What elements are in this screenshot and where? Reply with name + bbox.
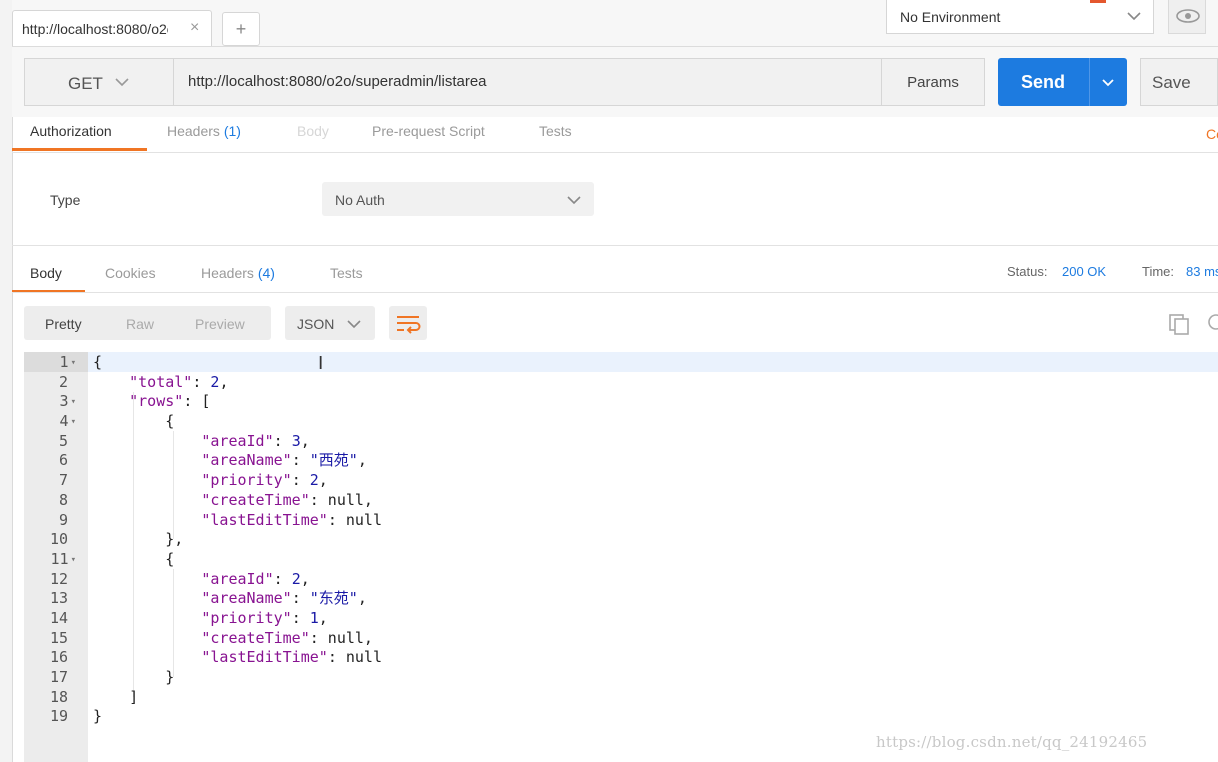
- line-number: 10: [49, 530, 68, 549]
- line-numbers: 1 ▾ 2 3 ▾ 4 ▾ 5 6 7 8 9 10 11 ▾ 12 13 14 15 16 17 18 19: [24, 353, 76, 727]
- line-number: 19: [49, 707, 68, 726]
- code-line: "lastEditTime": null: [201, 510, 382, 529]
- line-number: 14: [49, 608, 68, 627]
- tab-tests[interactable]: Tests: [539, 123, 572, 139]
- line-number: 15: [49, 628, 68, 647]
- code-line: }: [93, 668, 175, 686]
- view-raw-button[interactable]: Raw: [126, 316, 154, 332]
- environment-quick-look-button[interactable]: [1168, 0, 1206, 34]
- tab-pre-request-script[interactable]: Pre-request Script: [372, 123, 485, 139]
- wrap-icon: [397, 316, 421, 334]
- line-number: 11 ▾: [50, 549, 76, 568]
- save-label: Save: [1152, 73, 1191, 92]
- code-line: "total": 2,: [129, 372, 229, 391]
- code-line: "priority": 2,: [201, 471, 328, 490]
- request-tab-title: http://localhost:8080/o2o/superadmin/lis…: [22, 21, 168, 37]
- code-line: "areaName": "东苑",: [201, 589, 367, 608]
- line-number: 6: [58, 451, 68, 470]
- view-preview-button[interactable]: Preview: [195, 316, 245, 332]
- code-line: "lastEditTime": null: [201, 648, 382, 667]
- auth-type-label: Type: [50, 192, 81, 208]
- code-line: {: [93, 412, 175, 431]
- tab-code-link[interactable]: Co: [1206, 126, 1218, 142]
- url-value: http://localhost:8080/o2o/superadmin/lis…: [188, 73, 487, 90]
- line-number: 9: [58, 510, 68, 529]
- send-divider: [1089, 58, 1090, 106]
- response-tabs-divider: [12, 292, 1218, 293]
- request-tabs-divider: [12, 152, 1218, 153]
- chevron-down-icon: [115, 78, 129, 87]
- text-cursor-icon: I: [318, 353, 324, 374]
- auth-type-value: No Auth: [335, 192, 385, 208]
- code-line: {: [93, 353, 103, 371]
- line-number: 8: [58, 490, 68, 509]
- time-label: Time:: [1142, 264, 1175, 279]
- line-number: 1 ▾: [59, 353, 76, 371]
- response-tab-tests[interactable]: Tests: [330, 265, 363, 281]
- params-button[interactable]: Params: [881, 58, 985, 106]
- code-line: "areaName": "西苑",: [201, 451, 367, 470]
- chevron-down-icon: [567, 196, 581, 205]
- code-line: "createTime": null,: [201, 490, 373, 509]
- new-tab-button[interactable]: +: [222, 12, 260, 46]
- send-label: Send: [1021, 72, 1066, 92]
- line-number: 5: [58, 431, 68, 450]
- code-line: "createTime": null,: [201, 628, 373, 647]
- notification-mark: [1090, 0, 1106, 3]
- watermark: https://blog.csdn.net/qq_24192465: [876, 733, 1148, 751]
- fold-toggle-icon[interactable]: ▾: [71, 397, 76, 407]
- code-line: }: [93, 707, 103, 726]
- code-line: "priority": 1,: [201, 608, 328, 627]
- response-json-body[interactable]: { "total": 2, "rows": [ { "areaId": 3, "…: [93, 353, 382, 727]
- line-number: 13: [49, 589, 68, 608]
- tab-headers[interactable]: Headers (1): [167, 123, 241, 139]
- response-tab-cookies[interactable]: Cookies: [105, 265, 156, 281]
- code-line: ]: [93, 687, 139, 706]
- active-tab-indicator: [12, 148, 147, 151]
- line-number: 12: [49, 569, 68, 588]
- language-value: JSON: [297, 316, 335, 332]
- chevron-down-icon: [347, 320, 361, 329]
- time-value: 83 ms: [1186, 264, 1218, 279]
- chevron-down-icon: [1127, 12, 1141, 21]
- line-number: 16: [49, 648, 68, 667]
- code-line: },: [93, 530, 184, 549]
- code-line: {: [93, 549, 175, 568]
- line-number: 4 ▾: [59, 412, 76, 431]
- tab-body[interactable]: Body: [297, 123, 329, 139]
- view-pretty-button[interactable]: Pretty: [45, 316, 82, 332]
- line-number: 2: [58, 372, 68, 391]
- code-line: "areaId": 3,: [201, 431, 310, 450]
- code-line: "areaId": 2,: [201, 569, 310, 588]
- wrap-lines-button[interactable]: [389, 306, 427, 340]
- search-icon[interactable]: [1204, 312, 1218, 336]
- eye-icon: [1176, 9, 1200, 23]
- fold-toggle-icon[interactable]: ▾: [71, 358, 76, 368]
- tab-authorization[interactable]: Authorization: [30, 123, 112, 139]
- code-line: "rows": [: [129, 392, 211, 411]
- line-number: 17: [49, 668, 68, 686]
- line-number: 7: [58, 471, 68, 490]
- response-tab-body[interactable]: Body: [30, 265, 62, 281]
- line-number: 18: [49, 687, 68, 706]
- method-label: GET: [68, 74, 103, 93]
- status-label: Status:: [1007, 264, 1048, 279]
- chevron-down-icon[interactable]: [1098, 72, 1118, 92]
- response-separator: [12, 245, 1218, 246]
- status-value: 200 OK: [1062, 264, 1107, 279]
- close-tab-icon[interactable]: ×: [190, 19, 199, 37]
- environment-label: No Environment: [900, 9, 1001, 25]
- response-tab-headers[interactable]: Headers (4): [201, 265, 275, 281]
- line-number: 3 ▾: [59, 392, 76, 411]
- fold-toggle-icon[interactable]: ▾: [71, 555, 76, 565]
- copy-icon[interactable]: [1168, 312, 1192, 336]
- fold-toggle-icon[interactable]: ▾: [71, 417, 76, 427]
